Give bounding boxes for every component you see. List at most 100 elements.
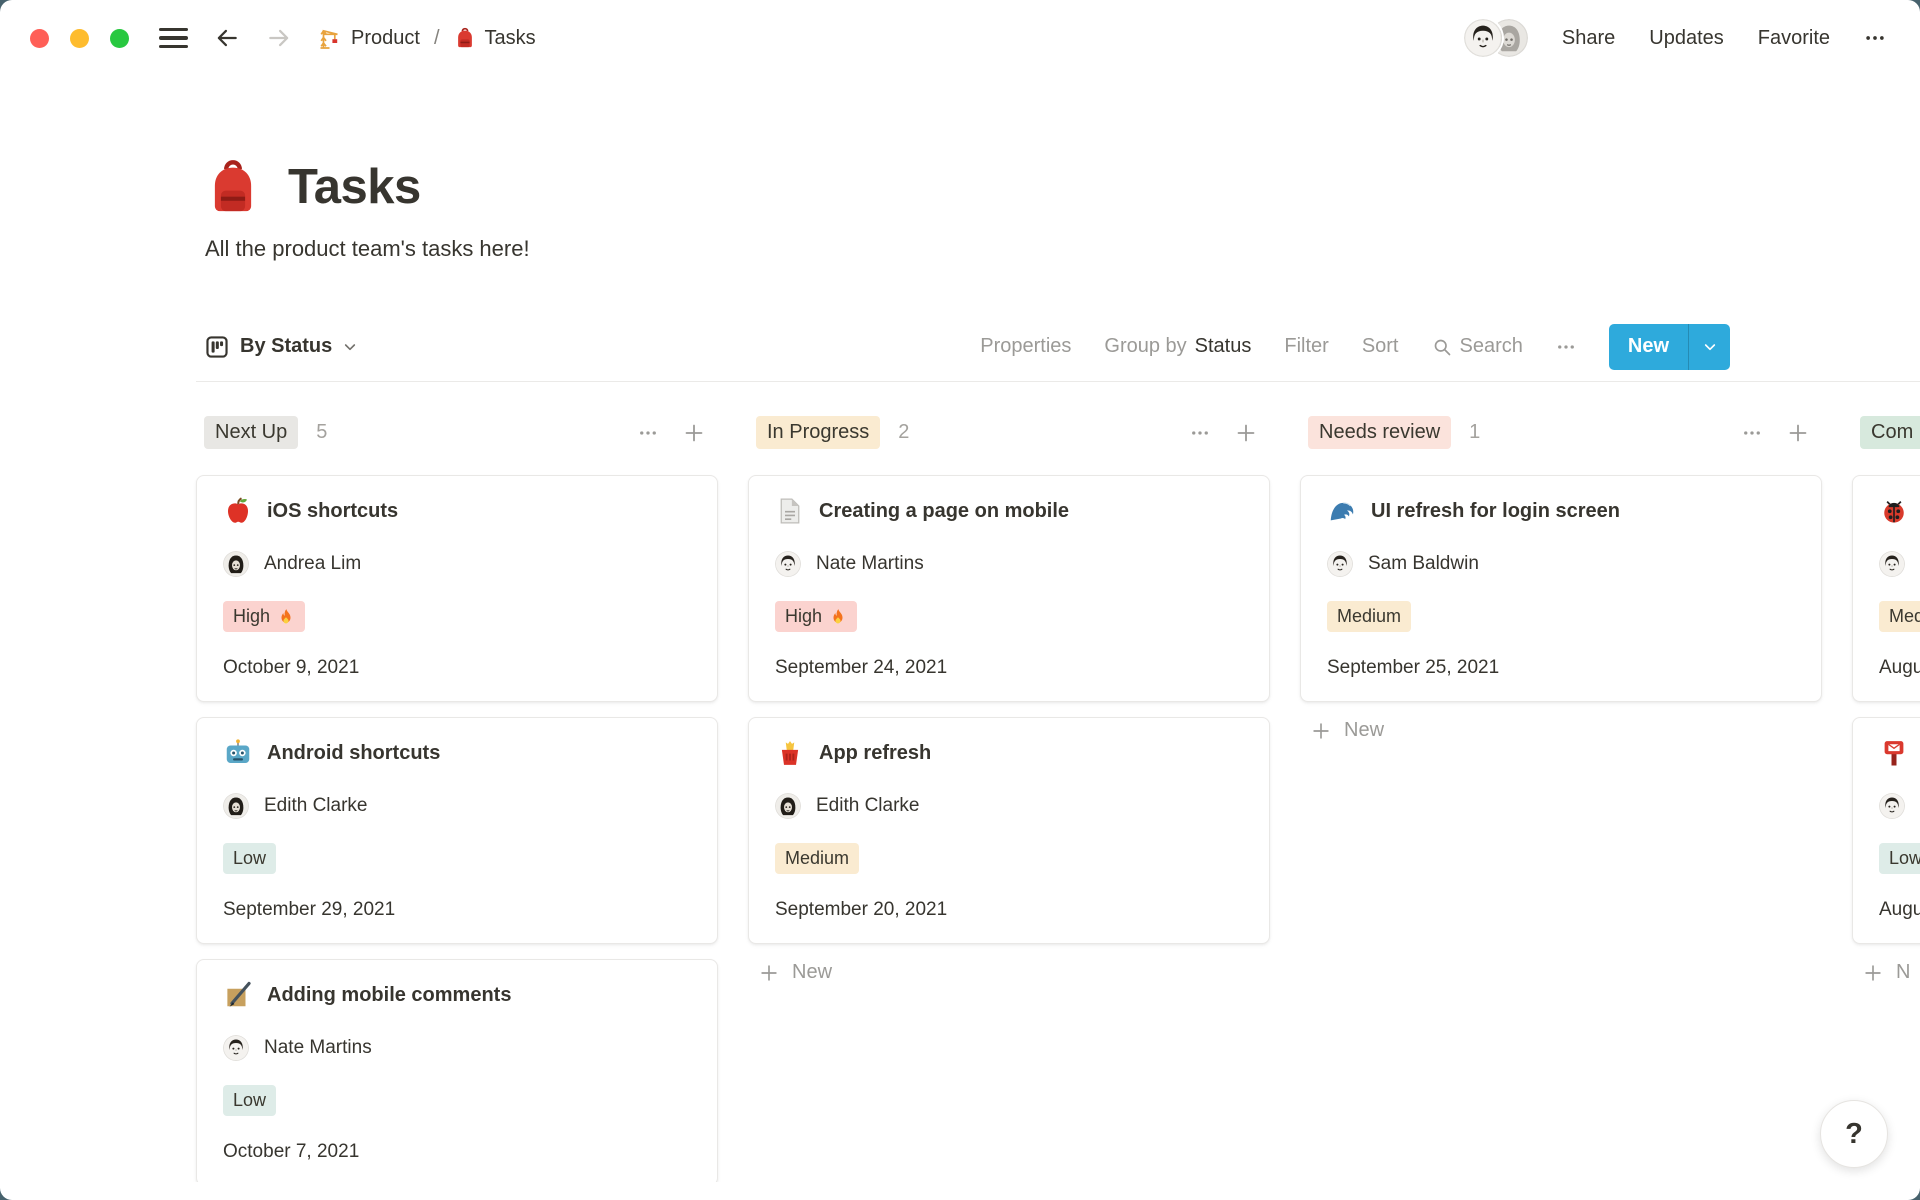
priority-chip: Low [223,1085,276,1116]
board-column-complete: Com D N Med [1852,416,1920,1182]
apple-icon [223,496,253,526]
priority-chip: Med [1879,601,1920,632]
new-dropdown-button[interactable] [1688,324,1730,370]
plus-icon [1234,421,1258,445]
back-button[interactable] [214,25,240,51]
column-status-chip[interactable]: Com [1860,416,1920,449]
breadcrumb-separator: / [434,27,440,50]
task-card[interactable]: UI refresh for login screen Sam Baldwin … [1300,475,1822,702]
add-card-button[interactable]: New [748,961,832,984]
page-more-button[interactable] [1864,27,1886,49]
assignee-avatar [223,551,249,577]
column-status-chip[interactable]: Needs review [1308,416,1451,449]
share-button[interactable]: Share [1562,27,1615,50]
page-description[interactable]: All the product team's tasks here! [0,236,1920,262]
ellipsis-icon [1742,423,1762,443]
search-icon [1432,337,1452,357]
properties-button[interactable]: Properties [980,335,1071,358]
group-by-button[interactable]: Group by Status [1104,335,1251,358]
robot-icon [223,738,253,768]
card-list: D N Med Augu E [1852,475,1920,944]
view-bar: By Status Properties Group by Status Fil… [196,312,1920,382]
collaborator-avatar-1 [1464,19,1502,57]
updates-button[interactable]: Updates [1649,27,1724,50]
ellipsis-icon [1864,27,1886,49]
pen-icon [223,980,253,1010]
breadcrumb-product[interactable]: Product [318,26,420,50]
task-card[interactable]: App refresh Edith Clarke Medium Septembe… [748,717,1270,944]
priority-chip: High [775,601,857,632]
ellipsis-icon [1556,337,1576,357]
column-more-button[interactable] [1742,423,1762,443]
column-status-chip[interactable]: In Progress [756,416,880,449]
add-card-button[interactable]: New [1300,719,1384,742]
crane-icon [318,26,342,50]
task-card[interactable]: iOS shortcuts Andrea Lim High October 9,… [196,475,718,702]
assignee-avatar [1879,551,1905,577]
forward-arrow-icon [266,25,292,51]
task-title: Android shortcuts [267,742,440,765]
ladybug-icon [1879,496,1909,526]
notion-window: Product / Tasks Share Updates Favorite [0,0,1920,1200]
group-by-value: Status [1195,335,1252,358]
collaborator-avatars[interactable] [1464,19,1528,57]
page-backpack-icon[interactable] [204,158,262,216]
window-topbar: Product / Tasks Share Updates Favorite [0,0,1920,76]
view-menu: Properties Group by Status Filter Sort S… [980,324,1730,370]
priority-label: Med [1889,606,1920,627]
board-view-icon [204,334,230,360]
card-list: UI refresh for login screen Sam Baldwin … [1300,475,1822,702]
view-more-button[interactable] [1556,337,1576,357]
due-date: Augu [1879,657,1920,679]
assignee-name: Nate Martins [816,553,924,575]
group-by-label: Group by [1104,335,1186,358]
forward-button[interactable] [266,25,292,51]
assignee-name: Edith Clarke [264,795,368,817]
task-card[interactable]: D N Med Augu [1852,475,1920,702]
ellipsis-icon [1190,423,1210,443]
assignee-avatar [1327,551,1353,577]
column-add-button[interactable] [1234,421,1258,445]
task-title: Creating a page on mobile [819,500,1069,523]
window-controls [30,29,129,48]
due-date: September 29, 2021 [223,899,691,921]
column-more-button[interactable] [1190,423,1210,443]
favorite-button[interactable]: Favorite [1758,27,1830,50]
column-add-button[interactable] [1786,421,1810,445]
page-header: Tasks [0,158,1920,216]
plus-icon [1786,421,1810,445]
plus-icon [1310,720,1332,742]
column-more-button[interactable] [638,423,658,443]
search-button[interactable]: Search [1432,335,1523,358]
breadcrumb-tasks[interactable]: Tasks [454,27,536,50]
priority-label: Low [233,1090,266,1111]
add-card-button[interactable]: N [1852,961,1910,984]
task-card[interactable]: Adding mobile comments Nate Martins Low … [196,959,718,1182]
column-status-chip[interactable]: Next Up [204,416,298,449]
task-card[interactable]: Android shortcuts Edith Clarke Low Septe… [196,717,718,944]
view-switcher[interactable]: By Status [204,334,358,360]
close-window-button[interactable] [30,29,49,48]
kanban-board: Next Up 5 iOS shortcuts Andrea [0,382,1920,1182]
help-button[interactable]: ? [1820,1100,1888,1168]
minimize-window-button[interactable] [70,29,89,48]
column-add-button[interactable] [682,421,706,445]
assignee-avatar [223,1035,249,1061]
assignee-name: Andrea Lim [264,553,361,575]
sort-button[interactable]: Sort [1362,335,1399,358]
task-card[interactable]: Creating a page on mobile Nate Martins H… [748,475,1270,702]
page-title[interactable]: Tasks [288,159,421,215]
breadcrumb-tasks-label: Tasks [485,27,536,50]
column-header: Next Up 5 [196,416,718,449]
priority-label: Medium [1337,606,1401,627]
new-button[interactable]: New [1609,324,1688,370]
filter-button[interactable]: Filter [1284,335,1328,358]
sidebar-menu-button[interactable] [159,28,188,49]
column-header: Needs review 1 [1300,416,1822,449]
column-count: 5 [316,421,327,444]
breadcrumb-product-label: Product [351,27,420,50]
zoom-window-button[interactable] [110,29,129,48]
assignee-name: Edith Clarke [816,795,920,817]
priority-label: Medium [785,848,849,869]
task-card[interactable]: E N Low Augu [1852,717,1920,944]
